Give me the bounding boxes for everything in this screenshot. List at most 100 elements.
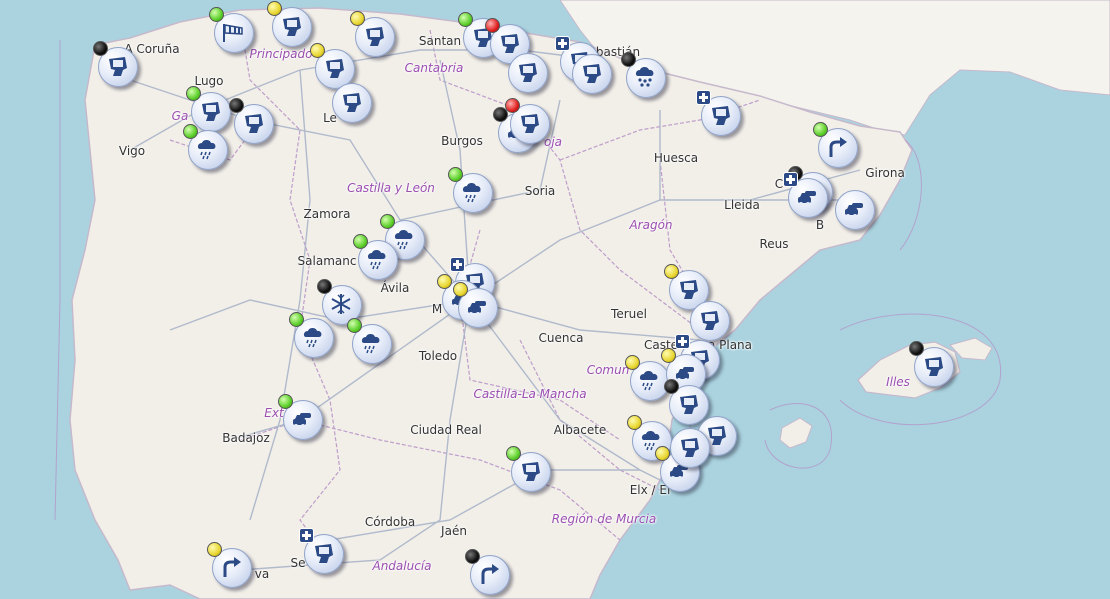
map-marker-camera[interactable] [506, 446, 551, 492]
label-soria: Soria [524, 184, 556, 198]
status-dot-green [353, 234, 368, 249]
map-marker-camera[interactable] [267, 1, 312, 47]
map-marker-turn-arrow[interactable] [207, 542, 252, 588]
map-marker-hail[interactable] [621, 52, 666, 98]
map-marker-camera[interactable] [350, 11, 395, 57]
map-marker-camera[interactable] [690, 301, 730, 341]
label-cantabria: Cantabria [404, 61, 464, 75]
camera-icon [283, 17, 301, 36]
map-base [54, 0, 1110, 599]
map-marker-rain[interactable] [625, 355, 670, 401]
status-dot-green [458, 12, 473, 27]
rain-icon [367, 250, 386, 270]
status-dot-green [380, 214, 395, 229]
camera-icon [202, 102, 220, 121]
label-lugo: Lugo [194, 74, 224, 88]
status-dot-yellow [655, 446, 670, 461]
camera-icon [245, 114, 263, 133]
map-marker-rain[interactable] [448, 167, 493, 213]
ibiza-land [779, 417, 813, 449]
map-marker-traffic[interactable] [453, 282, 498, 328]
label-illes: Illes [886, 375, 910, 389]
label-salamanca: Salamanc [297, 254, 357, 268]
map-marker-traffic[interactable] [783, 172, 828, 218]
map-marker-rain[interactable] [289, 312, 334, 358]
map-marker-camera[interactable] [505, 98, 550, 144]
map-marker-camera[interactable] [229, 98, 274, 144]
map-marker-windsock[interactable] [209, 7, 254, 53]
map-marker-turn-arrow[interactable] [813, 122, 858, 168]
camera-icon [109, 57, 127, 76]
label-huesca: Huesca [653, 151, 699, 165]
label-badajoz: Badajoz [222, 431, 270, 445]
map-marker-camera[interactable] [909, 341, 954, 387]
map-marker-turn-arrow[interactable] [465, 549, 510, 595]
camera-icon [701, 311, 719, 330]
status-dot-green [186, 86, 201, 101]
plus-icon [555, 36, 570, 51]
label-santan: Santan [418, 34, 462, 48]
label-aragon: Aragón [629, 218, 673, 232]
camera-icon [712, 106, 730, 125]
status-dot-black [317, 279, 332, 294]
label-burgos: Burgos [441, 134, 483, 148]
camera-icon [680, 280, 698, 299]
map-marker-camera[interactable] [508, 53, 548, 93]
label-avila: Ávila [380, 281, 410, 295]
hail-icon [635, 67, 654, 87]
status-dot-black [229, 98, 244, 113]
label-ciudad-real: Ciudad Real [410, 423, 482, 437]
camera-icon [925, 357, 943, 376]
camera-icon [366, 27, 384, 46]
label-castilla-leon: Castilla y León [347, 181, 435, 195]
rain-icon [361, 334, 380, 354]
status-dot-yellow [437, 274, 452, 289]
plus-icon [675, 334, 690, 349]
map-marker-rain[interactable] [183, 124, 228, 170]
label-b: B [815, 218, 825, 232]
camera-icon [521, 114, 539, 133]
label-va: va [254, 567, 270, 581]
map-marker-camera[interactable] [670, 428, 710, 468]
label-cuenca: Cuenca [538, 331, 584, 345]
map-marker-camera[interactable] [696, 90, 741, 136]
status-dot-yellow [267, 1, 282, 16]
label-m: M [431, 302, 443, 316]
rain-icon [197, 140, 216, 160]
status-dot-black [465, 549, 480, 564]
label-teruel: Teruel [611, 307, 647, 321]
map-marker-rain[interactable] [353, 234, 398, 280]
traffic-icon [845, 203, 863, 218]
map-marker-rain[interactable] [347, 318, 392, 364]
map-marker-camera[interactable] [572, 54, 612, 94]
traffic-icon [798, 191, 816, 206]
label-comun: Comun [586, 363, 630, 377]
map-marker-camera[interactable] [299, 528, 344, 574]
status-dot-yellow [625, 355, 640, 370]
status-dot-green [813, 122, 828, 137]
map-marker-traffic[interactable] [835, 190, 875, 230]
windsock-icon [223, 24, 243, 42]
label-lleida: Lleida [724, 198, 760, 212]
camera-icon [519, 63, 537, 82]
status-dot-green [448, 167, 463, 182]
label-vigo: Vigo [118, 144, 146, 158]
label-girona: Girona [865, 166, 905, 180]
map-marker-camera[interactable] [186, 86, 231, 132]
status-dot-red [505, 98, 520, 113]
plus-icon [450, 257, 465, 272]
label-extremadura: Ext [264, 406, 284, 420]
status-dot-black [664, 379, 679, 394]
map-marker-camera[interactable] [332, 83, 372, 123]
plus-icon [696, 90, 711, 105]
turn-arrow-icon [223, 557, 241, 577]
map-marker-camera[interactable] [93, 41, 138, 87]
status-dot-yellow [453, 282, 468, 297]
status-dot-green [183, 124, 198, 139]
status-dot-yellow [664, 264, 679, 279]
map-viewport[interactable]: A Coruña Lugo Vigo Le Burgos Santan bast… [0, 0, 1110, 599]
plus-icon [299, 528, 314, 543]
rain-icon [639, 371, 658, 391]
map-marker-traffic[interactable] [278, 394, 323, 440]
turn-arrow-icon [481, 564, 499, 584]
